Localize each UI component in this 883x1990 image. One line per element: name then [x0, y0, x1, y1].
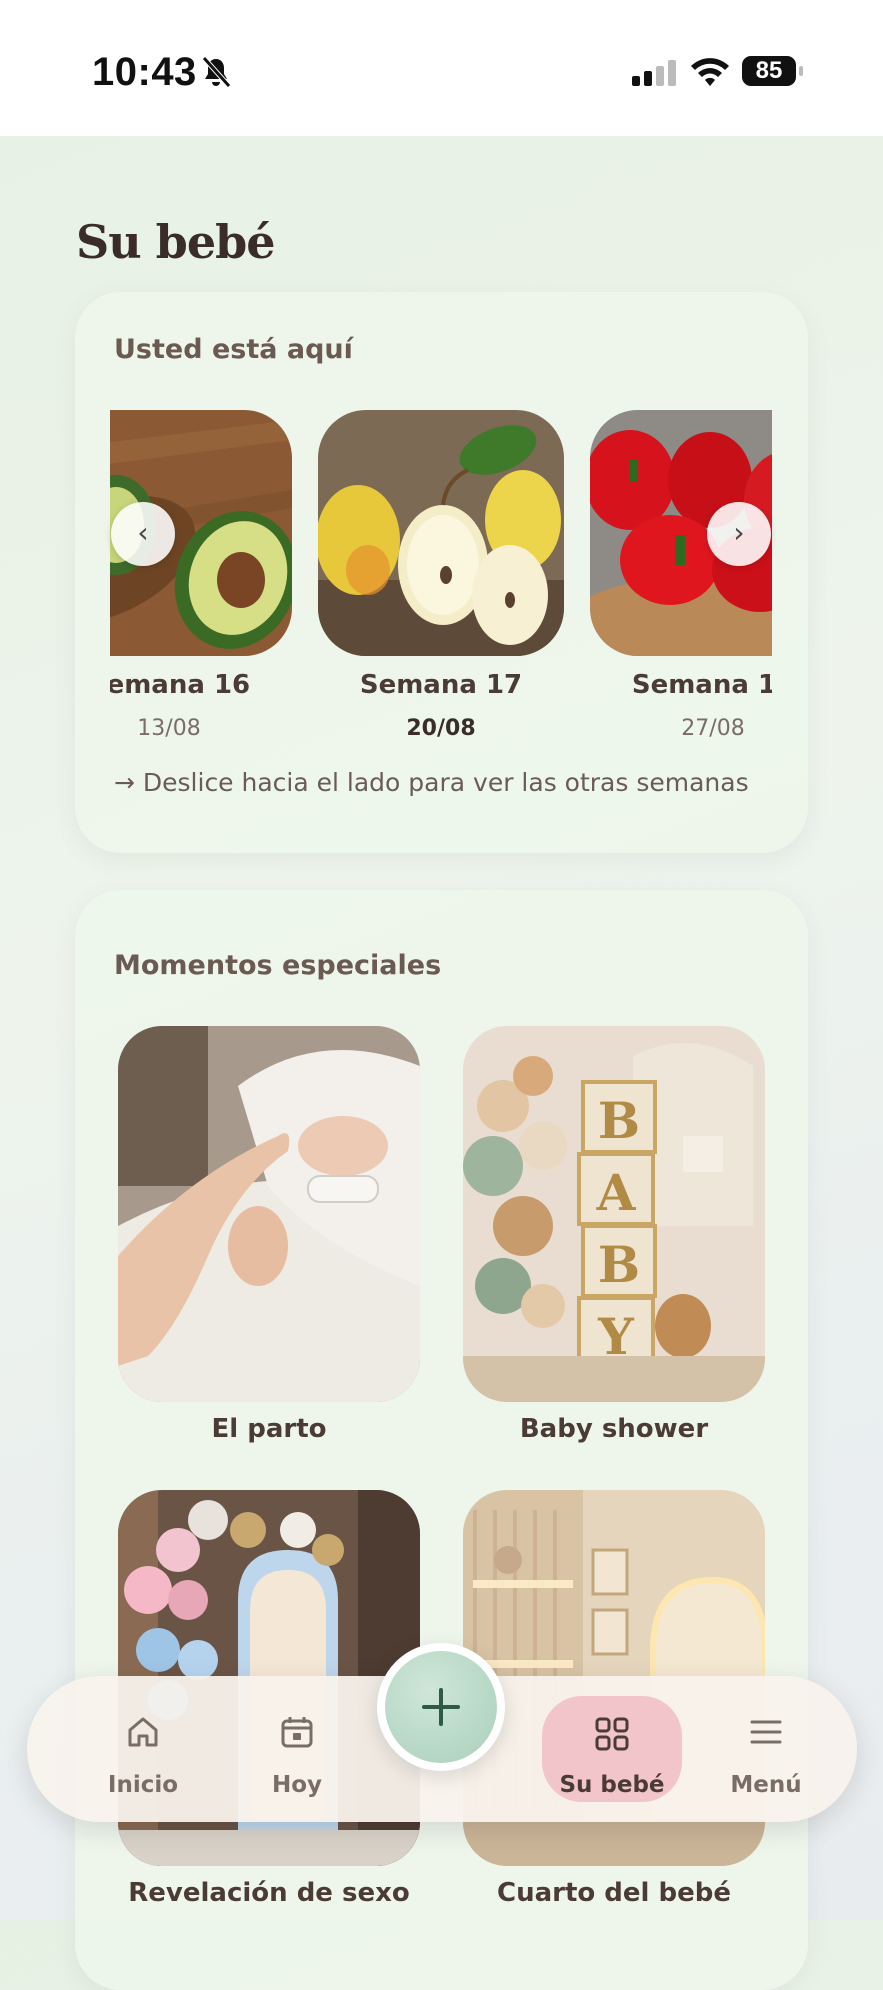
tab-label: Inicio [107, 1772, 179, 1798]
svg-text:A: A [596, 1163, 637, 1222]
wifi-icon [691, 58, 729, 86]
moment-label: Baby shower [519, 1414, 709, 1444]
tab-menu[interactable]: Menú [696, 1676, 836, 1822]
moment-item-baby-shower[interactable]: B A B Y Baby shower [463, 1026, 765, 1444]
tab-label: Menú [730, 1772, 802, 1798]
week-date: 13/08 [137, 716, 201, 741]
home-icon [128, 1717, 158, 1747]
newborn-hand-image [118, 1026, 420, 1402]
tab-inicio[interactable]: Inicio [73, 1676, 213, 1822]
previous-week-button[interactable]: ‹ [111, 502, 175, 566]
tab-su-bebe[interactable]: Su bebé [542, 1696, 682, 1802]
week-name: Semana 17 [359, 670, 523, 700]
week-item-18[interactable]: Semana 18 27/08 [590, 410, 772, 741]
calendar-icon [281, 1717, 313, 1748]
status-time: 10:43 [92, 50, 197, 94]
svg-text:B: B [598, 1235, 640, 1294]
moments-card: Momentos especiales El parto B A B Y Bab… [75, 890, 808, 1990]
menu-icon [750, 1720, 782, 1744]
weeks-carousel[interactable]: Semana 16 13/08 [110, 410, 772, 770]
next-week-button[interactable]: › [707, 502, 771, 566]
tab-label: Su bebé [559, 1772, 665, 1798]
plus-icon [422, 1688, 460, 1726]
swipe-hint: → Deslice hacia el lado para ver las otr… [114, 768, 749, 797]
moment-label: Cuarto del bebé [497, 1878, 731, 1908]
grid-icon [595, 1717, 629, 1751]
weeks-card: Usted está aquí Semana 16 13/08 [75, 292, 808, 853]
tab-hoy[interactable]: Hoy [227, 1676, 367, 1822]
add-button[interactable] [377, 1643, 505, 1771]
svg-text:B: B [598, 1091, 640, 1150]
week-name: Semana 18 [631, 670, 772, 700]
moments-card-title: Momentos especiales [114, 950, 442, 981]
battery-level: 85 [742, 56, 796, 86]
moment-item-birth[interactable]: El parto [118, 1026, 420, 1444]
status-bar: 10:43 85 [0, 0, 883, 136]
baby-blocks-image: B A B Y [463, 1026, 765, 1402]
week-name: Semana 16 [110, 670, 251, 700]
tab-label: Hoy [271, 1772, 323, 1798]
week-date: 20/08 [406, 716, 476, 741]
week-date: 27/08 [681, 716, 745, 741]
add-button-inner [385, 1651, 497, 1763]
battery-nub [799, 66, 803, 76]
week-item-17[interactable]: Semana 17 20/08 [318, 410, 564, 741]
moment-label: El parto [211, 1414, 327, 1444]
moment-label: Revelación de sexo [128, 1878, 410, 1908]
page-title: Su bebé [76, 215, 276, 269]
weeks-card-title: Usted está aquí [114, 334, 353, 365]
week-item-16[interactable]: Semana 16 13/08 [110, 410, 292, 741]
bell-muted-icon [202, 56, 231, 88]
battery-indicator: 85 [742, 56, 804, 88]
pears-image [318, 410, 564, 656]
cellular-signal-icon [632, 60, 676, 86]
